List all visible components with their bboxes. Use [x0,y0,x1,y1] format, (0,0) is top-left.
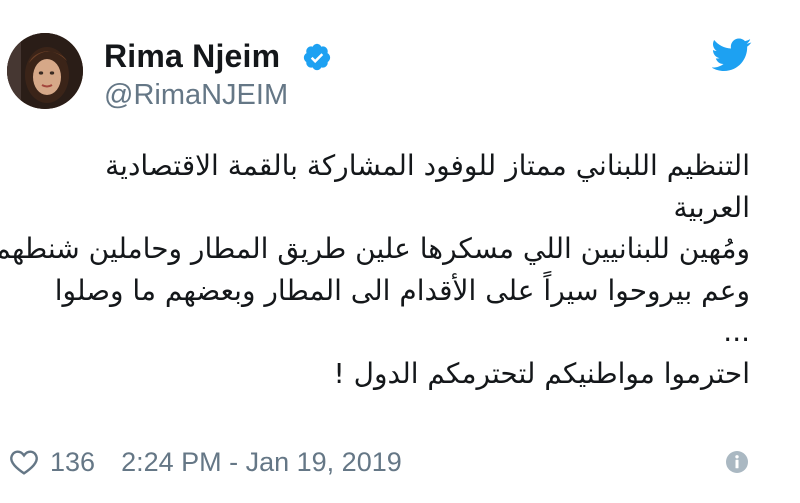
tweet-text-line: العربية [673,190,750,224]
twitter-bird-icon[interactable] [712,38,752,72]
tweet-text-line: وعم بيروحوا سيراً على الأقدام الى المطار… [54,273,750,307]
like-count: 136 [50,446,96,477]
tweet-timestamp[interactable]: 2:24 PM - Jan 19, 2019 [121,447,402,478]
verified-badge-icon [303,43,331,71]
display-name[interactable]: Rima Njeim [104,38,280,75]
tweet-text-line: احترموا مواطنيكم لتحترمكم الدول ! [333,356,751,390]
tweet-text: التنظيم اللبناني ممتاز للوفود المشاركة ب… [0,145,751,394]
tweet-card: Rima Njeim @RimaNJEIM التنظيم اللبناني م… [0,0,800,503]
tweet-text-line: ومُهين للبنانيين اللي مسكرها علين طريق ا… [0,232,750,265]
tweet-text-line: ... [723,315,750,348]
avatar[interactable] [7,33,83,109]
heart-icon[interactable] [8,446,40,478]
avatar-image [7,33,83,109]
tweet-footer: 136 2:24 PM - Jan 19, 2019 [8,444,402,480]
user-handle[interactable]: @RimaNJEIM [104,79,288,112]
tweet-text-line: التنظيم اللبناني ممتاز للوفود المشاركة ب… [105,149,750,182]
info-icon[interactable] [725,450,749,474]
